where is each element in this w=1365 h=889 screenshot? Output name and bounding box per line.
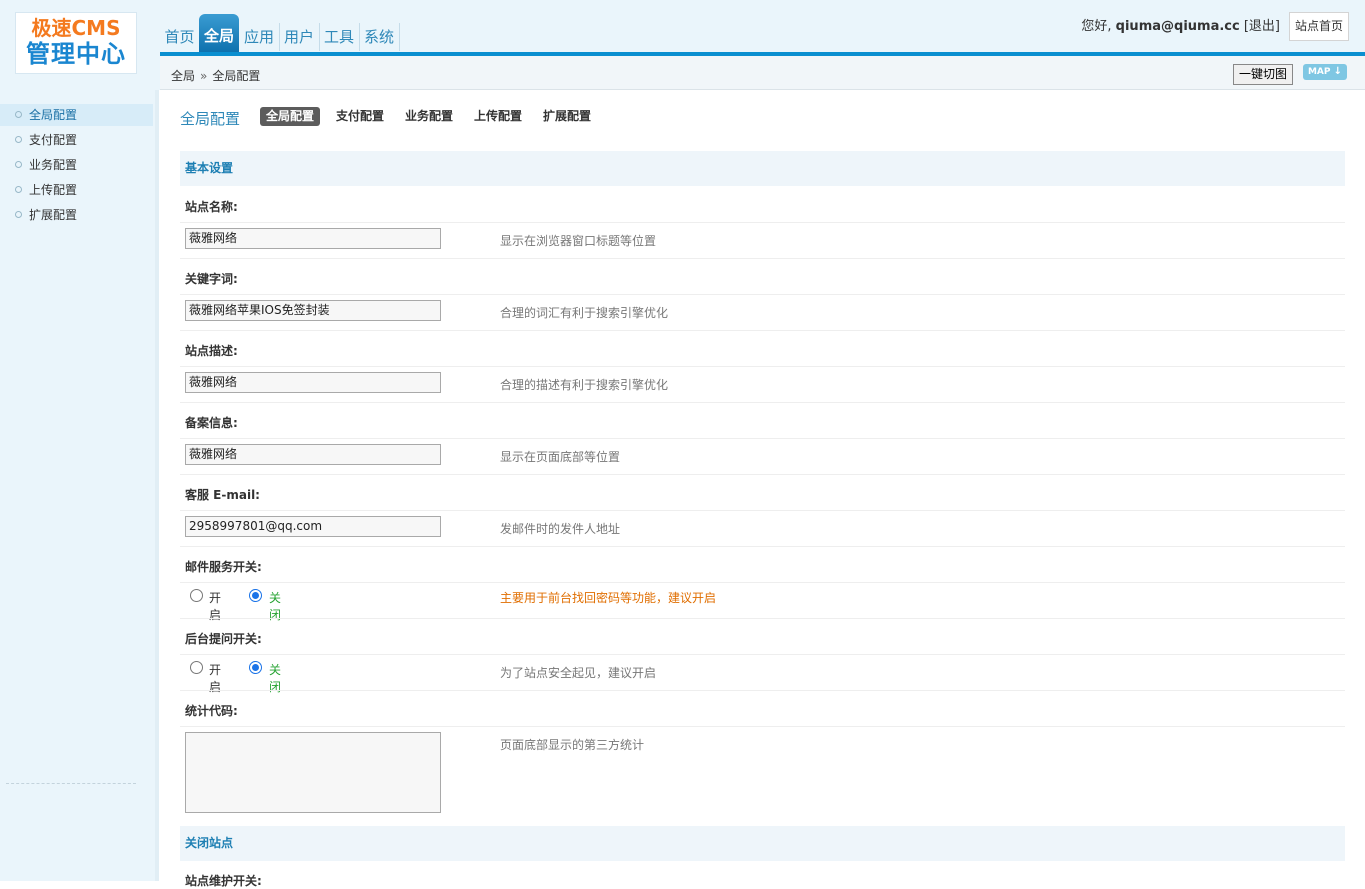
row-divider xyxy=(180,690,1345,691)
row-divider xyxy=(180,330,1345,331)
admin-question-hint: 为了站点安全起见，建议开启 xyxy=(500,666,657,680)
arrow-down-icon: ↓ xyxy=(1333,66,1343,77)
sidebar-item-upload[interactable]: 上传配置 xyxy=(0,179,153,201)
map-button[interactable]: MAP ↓ xyxy=(1303,64,1347,80)
one-click-crop-button[interactable]: 一键切图 xyxy=(1233,64,1293,85)
tab-upload[interactable]: 上传配置 xyxy=(474,107,522,126)
sidebar-item-label: 支付配置 xyxy=(29,133,78,147)
email-input[interactable]: 2958997801@qq.com xyxy=(185,516,441,537)
nav-apps[interactable]: 应用 xyxy=(239,23,280,51)
admin-question-label: 后台提问开关: xyxy=(185,632,262,646)
description-label: 站点描述: xyxy=(185,344,238,358)
logo[interactable]: 极速CMS 管理中心 xyxy=(15,12,137,74)
bullet-icon xyxy=(15,211,22,218)
mail-switch-hint: 主要用于前台找回密码等功能，建议开启 xyxy=(500,591,717,605)
keywords-input[interactable]: 薇雅网络苹果IOS免签封装 xyxy=(185,300,441,321)
nav-users[interactable]: 用户 xyxy=(279,23,320,51)
site-home-button[interactable]: 站点首页 xyxy=(1289,12,1349,41)
map-label: MAP xyxy=(1307,67,1331,77)
bullet-icon xyxy=(15,186,22,193)
row-divider xyxy=(180,402,1345,403)
sidebar-item-payment[interactable]: 支付配置 xyxy=(0,129,153,151)
sidebar-item-business[interactable]: 业务配置 xyxy=(0,154,153,176)
bullet-icon xyxy=(15,136,22,143)
tab-global[interactable]: 全局配置 xyxy=(260,107,321,126)
nav-system[interactable]: 系统 xyxy=(359,23,400,51)
breadcrumb-separator: » xyxy=(200,69,208,83)
keywords-hint: 合理的词汇有利于搜索引擎优化 xyxy=(500,306,669,320)
email-hint: 发邮件时的发件人地址 xyxy=(500,522,621,536)
user-name: qiuma@qiuma.cc xyxy=(1115,19,1240,34)
user-info: 您好, qiuma@qiuma.cc [退出] xyxy=(1081,17,1280,37)
mail-switch-label: 邮件服务开关: xyxy=(185,560,262,574)
bullet-icon xyxy=(15,111,22,118)
stats-code-hint: 页面底部显示的第三方统计 xyxy=(500,738,645,752)
logo-line1: 极速CMS xyxy=(31,16,121,40)
stats-code-label: 统计代码: xyxy=(185,704,238,718)
admin-question-off-radio[interactable] xyxy=(249,661,262,674)
sidebar-item-global[interactable]: 全局配置 xyxy=(0,104,153,126)
tab-business[interactable]: 业务配置 xyxy=(405,107,453,126)
row-divider xyxy=(180,294,1345,295)
row-divider xyxy=(180,366,1345,367)
logo-line2: 管理中心 xyxy=(26,40,126,68)
site-name-label: 站点名称: xyxy=(185,200,238,214)
row-divider xyxy=(180,222,1345,223)
section-close-site: 关闭站点 xyxy=(180,826,1345,861)
icp-label: 备案信息: xyxy=(185,416,238,430)
icp-input[interactable]: 薇雅网络 xyxy=(185,444,441,465)
sidebar-edge xyxy=(155,90,159,881)
tab-extension[interactable]: 扩展配置 xyxy=(543,107,591,126)
breadcrumb-root[interactable]: 全局 xyxy=(171,69,195,83)
email-label: 客服 E-mail: xyxy=(185,488,260,502)
mail-switch-on-radio[interactable] xyxy=(190,589,203,602)
description-input[interactable]: 薇雅网络 xyxy=(185,372,441,393)
row-divider xyxy=(180,726,1345,727)
site-name-input[interactable]: 薇雅网络 xyxy=(185,228,441,249)
nav-tools[interactable]: 工具 xyxy=(319,23,360,51)
row-divider xyxy=(180,618,1345,619)
nav-home[interactable]: 首页 xyxy=(160,23,200,51)
bullet-icon xyxy=(15,161,22,168)
header: 极速CMS 管理中心 首页 全局 应用 用户 工具 系统 您好, qiuma@q… xyxy=(0,0,1365,90)
sidebar-item-label: 业务配置 xyxy=(29,158,78,172)
tab-payment[interactable]: 支付配置 xyxy=(336,107,384,126)
row-divider xyxy=(180,510,1345,511)
sidebar: 全局配置 支付配置 业务配置 上传配置 扩展配置 xyxy=(0,90,156,881)
nav-global[interactable]: 全局 xyxy=(199,14,239,53)
stats-code-textarea[interactable] xyxy=(185,732,441,813)
sidebar-divider xyxy=(6,783,136,784)
page-title: 全局配置 xyxy=(180,110,241,128)
admin-question-on-radio[interactable] xyxy=(190,661,203,674)
logout-link[interactable]: [退出] xyxy=(1244,19,1280,34)
row-divider xyxy=(180,582,1345,583)
sidebar-item-label: 全局配置 xyxy=(29,108,78,122)
sidebar-item-label: 扩展配置 xyxy=(29,208,78,222)
row-divider xyxy=(180,546,1345,547)
greeting: 您好, xyxy=(1081,19,1112,34)
description-hint: 合理的描述有利于搜索引擎优化 xyxy=(500,378,669,392)
site-name-hint: 显示在浏览器窗口标题等位置 xyxy=(500,234,657,248)
sub-toolbar: 全局 » 全局配置 一键切图 MAP ↓ xyxy=(160,56,1365,90)
row-divider xyxy=(180,258,1345,259)
breadcrumb-current: 全局配置 xyxy=(212,69,261,83)
main-content: 全局配置 全局配置 支付配置 业务配置 上传配置 扩展配置 基本设置 站点名称:… xyxy=(160,90,1365,888)
keywords-label: 关键字词: xyxy=(185,272,238,286)
mail-switch-off-radio[interactable] xyxy=(249,589,262,602)
icp-hint: 显示在页面底部等位置 xyxy=(500,450,621,464)
sidebar-item-label: 上传配置 xyxy=(29,183,78,197)
breadcrumb: 全局 » 全局配置 xyxy=(171,67,260,84)
row-divider xyxy=(180,438,1345,439)
section-basic-settings: 基本设置 xyxy=(180,151,1345,186)
row-divider xyxy=(180,474,1345,475)
row-divider xyxy=(180,654,1345,655)
sidebar-item-extension[interactable]: 扩展配置 xyxy=(0,204,153,226)
